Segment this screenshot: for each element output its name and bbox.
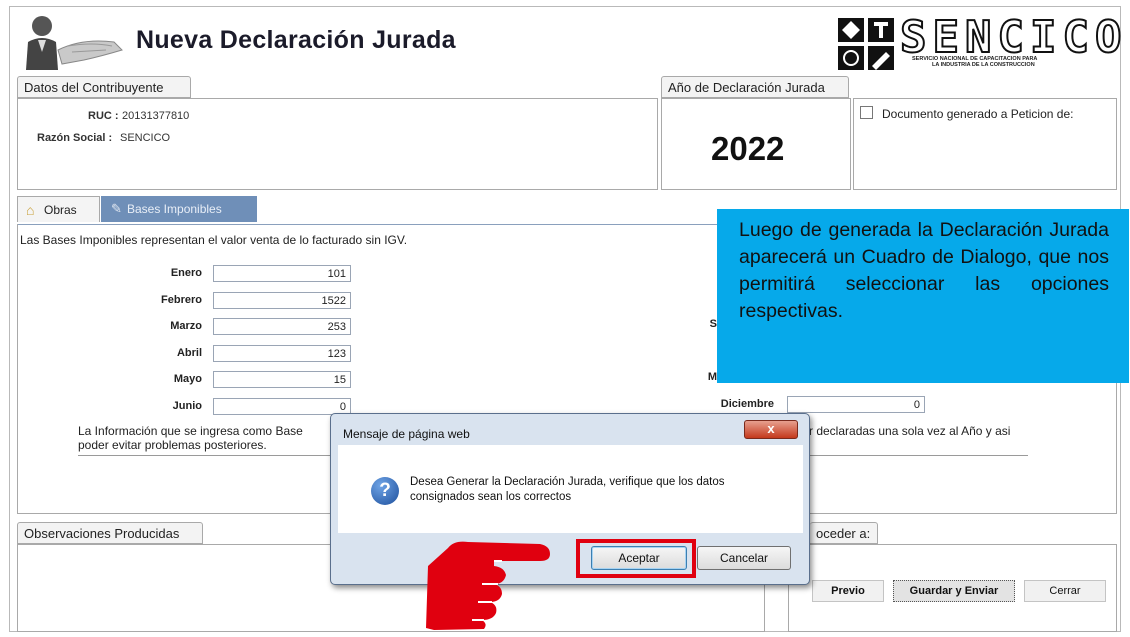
logo-subtitle-2: LA INDUSTRIA DE LA CONSTRUCCION — [932, 62, 1035, 68]
tab-bases-imponibles[interactable]: ✎ Bases Imponibles — [101, 196, 257, 222]
month-input-enero[interactable] — [213, 265, 351, 282]
aceptar-button[interactable]: Aceptar — [591, 546, 687, 570]
page-title: Nueva Declaración Jurada — [136, 26, 456, 54]
declaration-year: 2022 — [711, 130, 785, 167]
edit-icon: ✎ — [111, 201, 122, 216]
contributor-panel-label: Datos del Contribuyente — [17, 76, 191, 98]
dialog-title: Mensaje de página web — [343, 427, 470, 441]
dialog-message-line1: Desea Generar la Declaración Jurada, ver… — [410, 476, 725, 488]
month-input-febrero[interactable] — [213, 292, 351, 309]
info-text-line2: poder evitar problemas posteriores. — [78, 438, 267, 452]
dialog-body — [338, 445, 803, 533]
instruction-callout: Luego de generada la Declaración Jurada … — [717, 209, 1129, 383]
month-input-abril[interactable] — [213, 345, 351, 362]
ruc-label: RUC : — [88, 110, 119, 122]
dialog-message-line2: consignados sean los correctos — [410, 491, 572, 503]
month-label-abril: Abril — [176, 347, 202, 359]
year-panel-label: Año de Declaración Jurada — [661, 76, 849, 98]
tab-obras-label: Obras — [44, 203, 77, 217]
ruc-value: 20131377810 — [122, 110, 190, 122]
bases-description: Las Bases Imponibles representan el valo… — [20, 233, 408, 247]
cancelar-button[interactable]: Cancelar — [697, 546, 791, 570]
callout-text: Luego de generada la Declaración Jurada … — [739, 219, 1109, 322]
sencico-logo: SENCICO SERVICIO NACIONAL DE CAPACITACIO… — [836, 11, 1122, 74]
month-label-junio: Junio — [172, 400, 202, 412]
peticion-checkbox[interactable] — [860, 106, 873, 119]
month-label-enero: Enero — [170, 267, 202, 279]
partial-label-s: S — [709, 318, 717, 330]
pointing-hand-icon — [420, 530, 570, 632]
proceder-label: oceder a: — [810, 522, 878, 544]
info-text-start: La Información que se ingresa como Base — [78, 424, 303, 438]
dialog-close-button[interactable]: x — [744, 420, 798, 439]
month-input-junio[interactable] — [213, 398, 351, 415]
month-input-marzo[interactable] — [213, 318, 351, 335]
cerrar-button[interactable]: Cerrar — [1024, 580, 1106, 602]
guardar-enviar-button[interactable]: Guardar y Enviar — [893, 580, 1015, 602]
month-label-marzo: Marzo — [170, 320, 202, 332]
month-label-diciembre: Diciembre — [720, 398, 774, 410]
razon-social-label: Razón Social : — [37, 132, 113, 144]
tab-obras[interactable]: ⌂ Obras — [17, 196, 100, 222]
observaciones-label: Observaciones Producidas — [17, 522, 203, 544]
tab-bases-label: Bases Imponibles — [127, 202, 222, 216]
peticion-label: Documento generado a Peticion de: — [882, 107, 1074, 121]
previo-button[interactable]: Previo — [812, 580, 884, 602]
razon-social-value: SENCICO — [120, 132, 171, 144]
home-icon: ⌂ — [26, 202, 35, 218]
month-input-diciembre[interactable] — [787, 396, 925, 413]
month-label-febrero: Febrero — [161, 294, 202, 306]
user-hand-logo — [22, 12, 126, 70]
partial-label-m: M — [707, 371, 717, 383]
close-icon: x — [767, 421, 775, 436]
question-icon: ? — [371, 477, 399, 505]
month-input-mayo[interactable] — [213, 371, 351, 388]
month-label-mayo: Mayo — [173, 373, 202, 385]
info-text-end: r declaradas una sola vez al Año y asi — [809, 424, 1011, 438]
